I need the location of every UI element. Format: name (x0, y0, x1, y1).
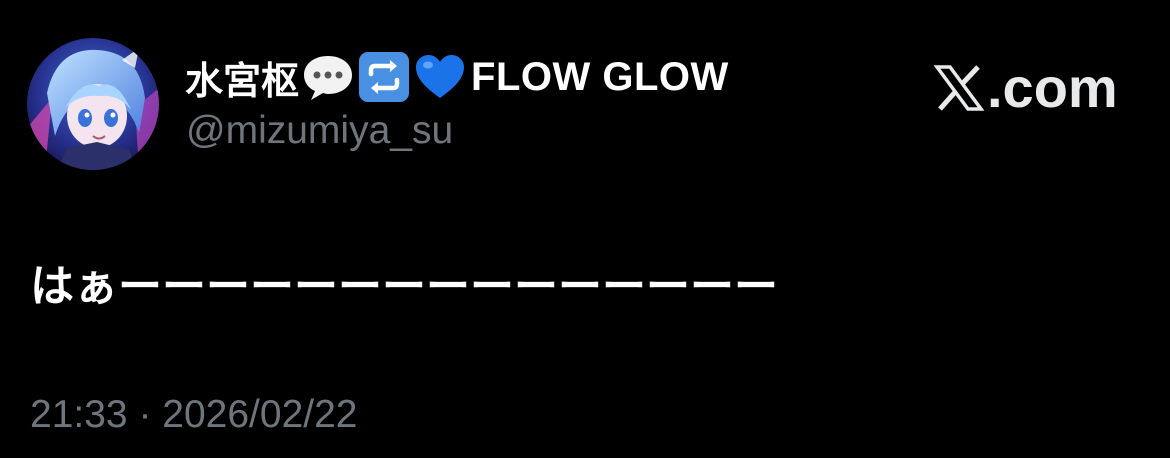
tweet-date: 2026/02/22 (162, 393, 358, 436)
avatar[interactable] (27, 38, 159, 170)
timestamp-separator: · (138, 393, 152, 436)
tweet-text: はぁーーーーーーーーーーーーーーー (30, 261, 778, 312)
tweet-timestamp[interactable]: 21:33 · 2026/02/22 (30, 393, 358, 437)
display-name-row[interactable]: 水宮枢 FLOW GLOW (185, 50, 729, 105)
user-handle[interactable]: @mizumiya_su (186, 109, 453, 153)
blue-heart-emoji (413, 50, 467, 104)
repeat-emoji (357, 50, 411, 104)
speech-bubble-emoji (301, 50, 355, 104)
x-brand[interactable]: .com (933, 58, 1118, 118)
brand-domain-suffix: .com (987, 56, 1118, 119)
tweet-time: 21:33 (30, 393, 128, 436)
x-logo-icon (933, 65, 985, 111)
display-name-suffix[interactable]: FLOW GLOW (471, 55, 729, 100)
tweet-card: 水宮枢 FLOW GLOW @mizumiya_su .com はぁーーーーーー… (0, 0, 1170, 458)
display-name[interactable]: 水宮枢 (185, 50, 299, 105)
